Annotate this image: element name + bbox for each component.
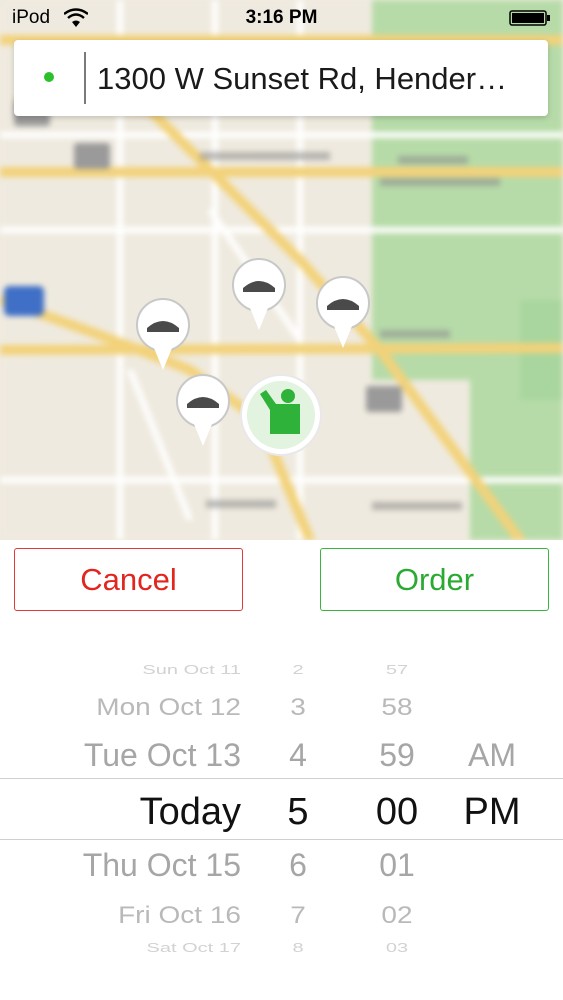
picker-minute[interactable]: 02 [360, 900, 434, 930]
picker-selection-top-line [0, 778, 563, 779]
picker-hour[interactable]: 8 [268, 940, 328, 956]
picker-hour[interactable]: 7 [268, 900, 328, 930]
picker-minute[interactable]: 59 [360, 736, 434, 774]
picker-minute[interactable]: 58 [360, 692, 434, 722]
picker-day[interactable]: Fri Oct 16 [118, 900, 241, 930]
battery-icon [509, 10, 550, 26]
picker-day[interactable]: Mon Oct 12 [96, 692, 241, 722]
picker-row[interactable]: Mon Oct 12 3 58 [0, 690, 563, 724]
picker-minute[interactable]: 57 [360, 662, 434, 678]
picker-day-selected[interactable]: Today [140, 789, 241, 835]
picker-day[interactable]: Thu Oct 15 [83, 846, 241, 884]
picker-day[interactable]: Sat Oct 17 [147, 940, 242, 956]
picker-minute[interactable]: 03 [360, 940, 434, 956]
location-dot-icon [44, 72, 54, 82]
status-bar: iPod 3:16 PM [0, 0, 563, 38]
order-button[interactable]: Order [320, 548, 549, 611]
car-marker-icon[interactable] [230, 256, 288, 334]
car-marker-icon[interactable] [314, 274, 372, 352]
map-view[interactable]: 1300 W Sunset Rd, Hender… [0, 0, 563, 540]
picker-minute[interactable]: 01 [360, 846, 434, 884]
picker-day[interactable]: Tue Oct 13 [84, 736, 241, 774]
car-marker-icon[interactable] [174, 372, 232, 450]
status-time: 3:16 PM [245, 7, 318, 28]
date-time-picker[interactable]: Sun Oct 11 2 57 Mon Oct 12 3 58 Tue Oct … [0, 640, 563, 970]
picker-row[interactable]: Tue Oct 13 4 59 AM [0, 736, 563, 774]
picker-hour[interactable]: 2 [268, 662, 328, 678]
picker-minute-selected[interactable]: 00 [360, 789, 434, 835]
picker-row[interactable]: Sun Oct 11 2 57 [0, 658, 563, 682]
cancel-button[interactable]: Cancel [14, 548, 243, 611]
pickup-address[interactable]: 1300 W Sunset Rd, Hender… [97, 58, 537, 100]
picker-hour-selected[interactable]: 5 [268, 789, 328, 835]
picker-row[interactable]: Thu Oct 15 6 01 [0, 846, 563, 884]
picker-hour[interactable]: 6 [268, 846, 328, 884]
picker-ampm-selected[interactable]: PM [452, 789, 532, 835]
picker-row-selected[interactable]: Today 5 00 PM [0, 789, 563, 835]
picker-selection-bottom-line [0, 839, 563, 840]
user-location-icon[interactable] [238, 372, 324, 458]
picker-day[interactable]: Sun Oct 11 [142, 662, 241, 678]
car-marker-icon[interactable] [134, 296, 192, 374]
search-divider [84, 52, 86, 104]
picker-hour[interactable]: 4 [268, 736, 328, 774]
picker-row[interactable]: Fri Oct 16 7 02 [0, 898, 563, 932]
picker-ampm[interactable]: AM [452, 736, 532, 774]
picker-row[interactable]: Sat Oct 17 8 03 [0, 936, 563, 960]
picker-hour[interactable]: 3 [268, 692, 328, 722]
